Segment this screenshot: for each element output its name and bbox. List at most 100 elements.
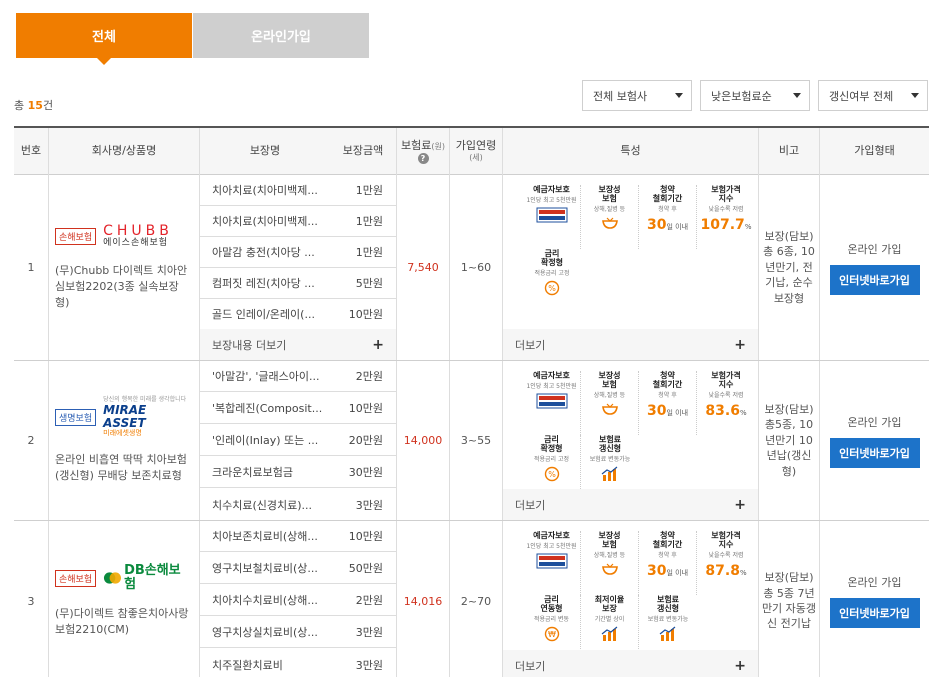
coverage-item: 영구치상실치료비(상... 3만원: [200, 617, 396, 648]
plus-icon: +: [734, 657, 746, 674]
product-table: 번호 회사명/상품명 보장명 보장금액 보험료(원)? 가입연령 (세) 특성 비…: [14, 126, 929, 677]
db-insurance-logo: DB손해보험: [103, 563, 189, 593]
coverage-list: 치아보존치료비(상해... 10만원 영구치보철치료비(상... 50만원 치아치수…: [200, 521, 397, 677]
insurance-type-badge: 손해보험: [55, 569, 97, 587]
deposit-protection-icon: [536, 393, 568, 412]
premium-value: 7,540: [397, 175, 450, 360]
direct-join-button[interactable]: 인터넷바로가입: [829, 264, 920, 295]
row-number: 3: [14, 521, 49, 677]
col-join: 가입형태: [854, 144, 895, 158]
premium-value: 14,000: [397, 361, 450, 520]
company-cell: 손해보험 CHUBB 에이스손해보험 (무)Chubb 다이렉트 치아안심보험2…: [49, 175, 200, 360]
percent-icon: %: [544, 280, 560, 299]
feature-tile: 청약 철회기간 청약 후 30일 이내: [639, 531, 697, 595]
feature-subtext: 청약 후: [658, 552, 677, 560]
company-cell: 생명보험 당신의 행복한 미래를 생각합니다 MIRAE ASSET 미래에셋생…: [49, 361, 200, 520]
tab-online-join[interactable]: 온라인가입: [193, 13, 369, 58]
premium-value: 14,016: [397, 521, 450, 677]
feature-tile: 금리 확정형 적용금리 고정%: [523, 249, 581, 313]
chevron-down-icon: [793, 93, 801, 98]
age-range: 1~60: [450, 175, 503, 360]
renewal-filter-select[interactable]: 갱신여부 전체: [818, 80, 928, 111]
table-row: 1 손해보험 CHUBB 에이스손해보험 (무)Chubb 다이렉트 치아안심보…: [14, 175, 929, 361]
svg-text:%: %: [548, 470, 556, 479]
bowl-icon: [601, 402, 619, 419]
coverage-item: 골드 인레이/온레이(... 10만원: [200, 299, 396, 330]
plus-icon: +: [734, 496, 746, 513]
insurance-type-badge: 생명보험: [55, 409, 97, 427]
coverage-item: 컴퍼짓 레진(치아당 ... 5만원: [200, 268, 396, 299]
coverage-more-button[interactable]: 보장내용 더보기 +: [200, 329, 396, 360]
bowl-icon: [601, 216, 619, 233]
feature-subtext: 기간별 상이: [594, 616, 625, 624]
chart-icon: [659, 626, 677, 645]
deposit-protection-icon: [536, 553, 568, 572]
feature-tile: 보험가격 지수 낮을수록 저렴 87.8%: [697, 531, 755, 595]
feature-title: 보장성 보험: [598, 531, 621, 550]
coverage-item: 치아치료(치아미백제... 1만원: [200, 206, 396, 237]
coverage-item: 크라운치료보험금 30만원: [200, 457, 396, 488]
feature-tile: 청약 철회기간 청약 후 30일 이내: [639, 371, 697, 435]
feature-value: 83.6%: [705, 403, 747, 420]
feature-subtext: 낮을수록 저렴: [708, 392, 744, 400]
won-icon: ₩: [544, 626, 560, 645]
chevron-down-icon: [675, 93, 683, 98]
table-row: 2 생명보험 당신의 행복한 미래를 생각합니다 MIRAE ASSET 미래에…: [14, 361, 929, 521]
join-cell: 온라인 가입 인터넷바로가입: [820, 521, 929, 677]
col-feature: 특성: [503, 128, 759, 175]
feature-value: 107.7%: [700, 217, 752, 234]
note-cell: 보장(담보)총5종, 10년만기 10년납(갱신형): [759, 361, 820, 520]
help-icon[interactable]: ?: [417, 153, 429, 165]
insurance-type-badge: 손해보험: [55, 228, 97, 246]
age-range: 3~55: [450, 361, 503, 520]
plus-icon: +: [734, 336, 746, 353]
feature-title: 금리 연동형: [540, 595, 563, 614]
note-cell: 보장(담보) 총 5종 7년만기 자동갱신 전기납: [759, 521, 820, 677]
feature-subtext: 1인당 최고 5천만원: [526, 197, 577, 205]
feature-value: 30일 이내: [646, 403, 689, 420]
coverage-item: 치주질환치료비 3만원: [212, 658, 383, 672]
insurer-filter-select[interactable]: 전체 보험사: [582, 80, 692, 111]
feature-panel: 예금자보호 1인당 최고 5천만원 보장성 보험 상해,질병 등 청약 철회기간 청약 후…: [503, 175, 759, 360]
coverage-item: 치아보존치료비(상해... 10만원: [200, 521, 396, 552]
feature-subtext: 보험료 변동가능: [589, 456, 631, 464]
feature-tile: 보험가격 지수 낮을수록 저렴 83.6%: [697, 371, 755, 435]
coverage-item: 치수치료(신경치료)... 3만원: [212, 498, 383, 512]
direct-join-button[interactable]: 인터넷바로가입: [829, 437, 920, 468]
col-premium: 보험료(원)?: [397, 128, 450, 175]
join-cell: 온라인 가입 인터넷바로가입: [820, 361, 929, 520]
feature-panel: 예금자보호 1인당 최고 5천만원 보장성 보험 상해,질병 등 청약 철회기간 청약 후…: [503, 521, 759, 677]
join-type: 온라인 가입: [847, 576, 902, 589]
age-range: 2~70: [450, 521, 503, 677]
company-cell: 손해보험 DB손해보험 (무)다이렉트 참좋은치아사랑보험2210(CM): [49, 521, 200, 677]
chart-icon: [601, 466, 619, 485]
feature-tile: 보장성 보험상해,질병 등: [581, 531, 639, 595]
direct-join-button[interactable]: 인터넷바로가입: [829, 598, 920, 628]
col-note: 비고: [759, 128, 820, 175]
tab-all[interactable]: 전체: [16, 13, 192, 65]
feature-tile: 청약 철회기간 청약 후 30일 이내: [639, 185, 697, 249]
row-number: 2: [14, 361, 49, 520]
col-company: 회사명/상품명: [49, 128, 200, 175]
feature-more-button[interactable]: 더보기 +: [503, 329, 758, 360]
feature-more-button[interactable]: 더보기 +: [503, 650, 758, 677]
svg-text:₩: ₩: [548, 630, 556, 639]
feature-more-button[interactable]: 더보기 +: [503, 489, 758, 520]
feature-title: 예금자보호: [533, 185, 570, 194]
note-cell: 보장(담보) 총 6종, 10년만기, 전기납, 순수보장형: [759, 175, 820, 360]
feature-value: 30일 이내: [646, 563, 689, 580]
feature-tile: 예금자보호 1인당 최고 5천만원: [523, 531, 581, 595]
feature-value: 87.8%: [705, 563, 747, 580]
join-type: 온라인 가입: [847, 415, 902, 429]
feature-title: 보험료 갱신형: [656, 595, 680, 614]
bowl-icon: [601, 562, 619, 579]
feature-subtext: 1인당 최고 5천만원: [526, 543, 577, 551]
feature-subtext: 상해,질병 등: [593, 552, 626, 560]
feature-subtext: 적용금리 고정: [533, 456, 570, 464]
table-header: 번호 회사명/상품명 보장명 보장금액 보험료(원)? 가입연령 (세) 특성 비…: [14, 128, 929, 175]
coverage-item: '복합레진(Composit... 10만원: [200, 393, 396, 424]
sort-select[interactable]: 낮은보험료순: [700, 80, 810, 111]
coverage-item: '인레이(Inlay) 또는 ... 20만원: [200, 425, 396, 456]
feature-title: 청약 철회기간: [652, 185, 683, 204]
col-age: 가입연령 (세): [450, 128, 503, 175]
